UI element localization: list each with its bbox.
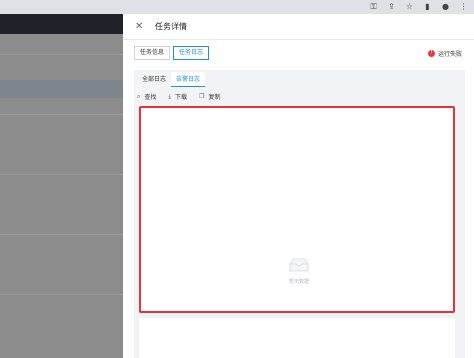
key-icon[interactable]: ⚿ [369,0,378,14]
sidepanel-icon[interactable]: ▮ [423,0,432,14]
share-icon[interactable]: ⇪ [387,0,396,14]
star-icon[interactable]: ☆ [405,0,414,14]
tab-task-info[interactable]: 任务信息 [134,46,171,60]
tab-all-logs[interactable]: 全部日志 [137,72,171,87]
menu-icon[interactable]: ⋮ [459,0,468,14]
app-header-dimmed [0,14,123,34]
tab-alert-logs[interactable]: 告警日志 [171,72,206,87]
empty-state: 暂无数据 [286,258,312,285]
divider [0,54,123,55]
empty-text: 暂无数据 [288,279,309,285]
browser-toolbar: ⚿ ⇪ ☆ ▮ ● ⋮ [0,0,474,14]
detail-tabs: 任务信息 任务日志 [134,46,210,60]
log-section: 全部日志 告警日志 ⌕ 查找 ⤓ 下载 ❐ 复制 暂无数据 [134,70,465,358]
divider [0,234,123,235]
status-badge: ! 运行失败 [427,49,462,58]
download-button[interactable]: ⤓ 下载 [168,92,188,102]
copy-button[interactable]: ❐ 复制 [199,92,220,101]
log-footer-area [139,318,455,358]
log-tabs: 全部日志 告警日志 [137,72,206,87]
divider [0,114,123,115]
task-detail-drawer: ✕ 任务详情 任务信息 任务日志 ! 运行失败 全部日志 告警日志 ⌕ 查找 ⤓… [123,14,474,358]
log-content-panel[interactable]: 暂无数据 [139,106,455,313]
highlighted-row-dimmed [0,80,123,98]
copy-icon: ❐ [199,93,205,100]
drawer-title: 任务详情 [155,22,187,31]
find-label: 查找 [144,94,157,101]
drawer-header: ✕ 任务详情 [123,14,474,40]
log-toolbar: ⌕ 查找 ⤓ 下载 ❐ 复制 [137,92,220,102]
download-icon: ⤓ [168,92,172,100]
copy-label: 复制 [208,94,221,101]
download-label: 下载 [175,94,188,101]
profile-icon[interactable]: ● [441,0,450,14]
divider [0,294,123,295]
error-icon: ! [427,50,435,57]
tab-task-log[interactable]: 任务日志 [173,46,210,60]
status-text: 运行失败 [437,51,462,58]
modal-overlay[interactable] [0,14,123,358]
close-icon[interactable]: ✕ [135,21,147,32]
search-icon: ⌕ [137,92,141,100]
find-button[interactable]: ⌕ 查找 [137,92,157,102]
divider [0,174,123,175]
empty-inbox-icon [289,258,309,272]
